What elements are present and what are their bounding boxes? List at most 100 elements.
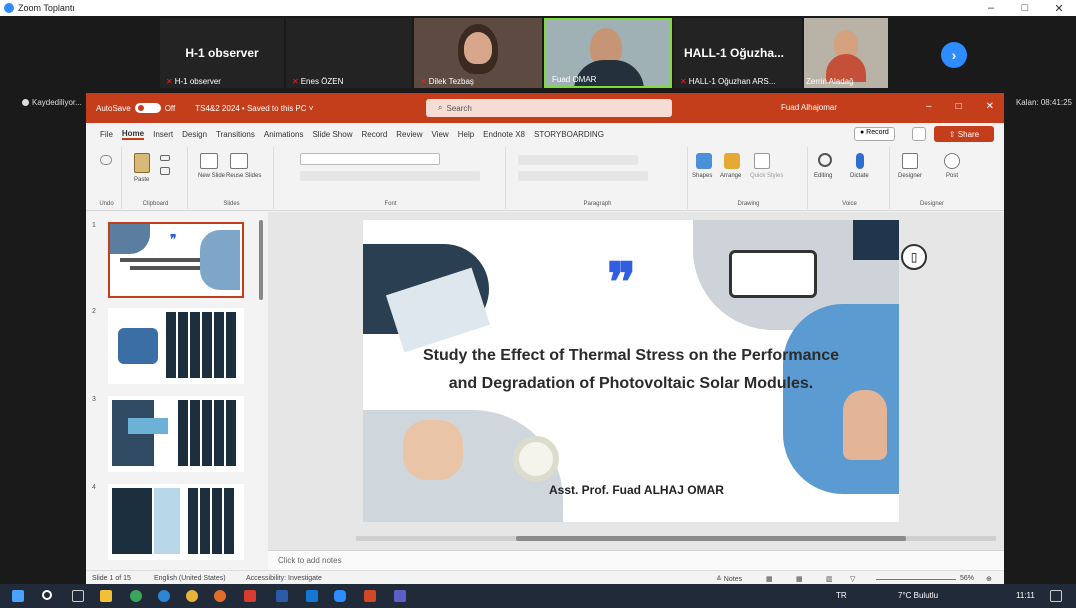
scrollbar-thumb[interactable] — [516, 536, 906, 541]
maximize-button[interactable]: □ — [956, 101, 962, 112]
minimize-button[interactable]: – — [974, 0, 1008, 16]
outlook-icon[interactable] — [306, 590, 318, 602]
quote-icon: ❞ — [607, 250, 637, 314]
copy-icon[interactable] — [160, 167, 170, 175]
ribbon-group-label: Clipboard — [142, 201, 169, 207]
notification-icon[interactable] — [1050, 590, 1062, 602]
undo-icon[interactable] — [100, 155, 112, 165]
solar-panel-image — [853, 220, 899, 260]
zoom-icon[interactable] — [334, 590, 346, 602]
horizontal-scrollbar[interactable] — [356, 536, 996, 541]
autosave-state: Off — [164, 103, 176, 113]
thumbnail-scrollbar[interactable] — [259, 220, 263, 300]
minimize-button[interactable]: – — [926, 101, 932, 112]
zoom-level[interactable]: 56% — [960, 575, 974, 582]
clock[interactable]: 11:11 — [1016, 591, 1035, 600]
recording-indicator[interactable]: Kaydediliyor... — [22, 98, 82, 107]
file-explorer-icon[interactable] — [100, 590, 112, 602]
new-slide-icon[interactable] — [200, 153, 218, 169]
edge-icon[interactable] — [158, 590, 170, 602]
shapes-icon[interactable] — [696, 153, 712, 169]
search-input[interactable]: ⌕ Search — [426, 99, 672, 117]
tab-animations[interactable]: Animations — [264, 130, 304, 139]
reuse-slides-icon[interactable] — [230, 153, 248, 169]
acrobat-icon[interactable] — [244, 590, 256, 602]
slide-author[interactable]: Asst. Prof. Fuad ALHAJ OMAR — [549, 483, 724, 497]
participant-face — [464, 32, 492, 64]
clipboard-icon[interactable]: ▯ — [901, 244, 927, 270]
normal-view-icon[interactable]: ▦ — [766, 575, 773, 583]
tab-file[interactable]: File — [100, 130, 113, 139]
tab-help[interactable]: Help — [458, 130, 474, 139]
user-name[interactable]: Fuad Alhajomar — [781, 103, 837, 112]
zoom-slider[interactable] — [876, 579, 956, 580]
slide-thumbnail[interactable] — [108, 396, 244, 472]
chrome-icon[interactable] — [130, 590, 142, 602]
close-button[interactable]: ✕ — [986, 101, 994, 112]
participant-video-tile[interactable]: ✕ Dilek Tezbaş — [414, 18, 542, 88]
microphone-icon[interactable] — [856, 153, 864, 169]
participant-tile[interactable]: HALL-1 Oğuzha... ✕ HALL-1 Oğuzhan ARS... — [674, 18, 802, 88]
tab-design[interactable]: Design — [182, 130, 207, 139]
share-button[interactable]: ⇧ Share — [934, 126, 994, 142]
next-page-button[interactable]: › — [941, 42, 967, 68]
reading-view-icon[interactable]: ▥ — [826, 575, 833, 583]
tab-endnote[interactable]: Endnote X8 — [483, 130, 525, 139]
tab-view[interactable]: View — [432, 130, 449, 139]
slide-thumbnail[interactable] — [108, 484, 244, 560]
language-status[interactable]: English (United States) — [154, 575, 226, 582]
quick-styles-icon[interactable] — [754, 153, 770, 169]
slide-thumbnail[interactable]: ❞ — [108, 222, 244, 298]
font-format-buttons[interactable] — [300, 171, 480, 181]
designer-group: Designer Post Designer — [892, 147, 972, 209]
teams-icon[interactable] — [394, 590, 406, 602]
designer-icon[interactable] — [902, 153, 918, 169]
comments-button[interactable] — [912, 127, 926, 141]
mic-muted-icon: ✕ — [680, 77, 687, 86]
notes-pane[interactable]: Click to add notes — [268, 550, 1004, 570]
paste-icon[interactable] — [134, 153, 150, 173]
current-slide[interactable]: ❞ Study the Effect of Thermal Stress on … — [363, 220, 899, 522]
align-buttons[interactable] — [518, 171, 648, 181]
fit-slide-icon[interactable]: ⊕ — [986, 575, 992, 583]
maximize-button[interactable]: □ — [1008, 0, 1042, 16]
editing-search-icon[interactable] — [818, 153, 832, 167]
autosave-toggle[interactable]: AutoSave Off — [96, 103, 175, 113]
slideshow-icon[interactable]: ▽ — [850, 575, 855, 583]
participant-video-tile[interactable]: Zerrin Aladağ — [804, 18, 888, 88]
toggle-switch[interactable] — [134, 103, 161, 113]
tab-review[interactable]: Review — [396, 130, 422, 139]
tab-insert[interactable]: Insert — [153, 130, 173, 139]
language-indicator[interactable]: TR — [836, 591, 847, 600]
slide-title[interactable]: Study the Effect of Thermal Stress on th… — [363, 342, 899, 398]
cut-icon[interactable] — [160, 155, 170, 161]
windows-start-icon[interactable] — [12, 590, 24, 602]
powerpoint-icon[interactable] — [364, 590, 376, 602]
slide-sorter-icon[interactable]: ▦ — [796, 575, 803, 583]
font-family-select[interactable] — [300, 153, 440, 165]
firefox-icon[interactable] — [214, 590, 226, 602]
tab-record[interactable]: Record — [361, 130, 387, 139]
participant-video-tile-active[interactable]: Fuad OMAR — [544, 18, 672, 88]
search-icon[interactable] — [42, 590, 52, 600]
chrome-icon[interactable] — [186, 590, 198, 602]
slide-thumbnail[interactable] — [108, 308, 244, 384]
weather-widget[interactable]: 7°C Bulutlu — [898, 591, 938, 600]
list-buttons[interactable] — [518, 155, 638, 165]
notes-button[interactable]: ≙ Notes — [716, 575, 742, 583]
task-view-icon[interactable] — [72, 590, 84, 602]
tab-storyboarding[interactable]: STORYBOARDING — [534, 130, 604, 139]
post-icon[interactable] — [944, 153, 960, 169]
tab-transitions[interactable]: Transitions — [216, 130, 255, 139]
document-name[interactable]: TS4&2 2024 • Saved to this PC ˅ — [195, 104, 313, 113]
arrange-icon[interactable] — [724, 153, 740, 169]
word-icon[interactable] — [276, 590, 288, 602]
recording-label: Kaydediliyor... — [32, 98, 82, 107]
participant-tile[interactable]: H-1 observer ✕ H-1 observer — [160, 18, 284, 88]
close-button[interactable]: ✕ — [1042, 0, 1076, 16]
tab-home[interactable]: Home — [121, 129, 145, 140]
accessibility-status[interactable]: Accessibility: Investigate — [246, 575, 322, 582]
participant-tile[interactable]: ✕ Enes ÖZEN — [286, 18, 412, 88]
record-button[interactable]: ● Record — [854, 127, 895, 141]
tab-slide-show[interactable]: Slide Show — [312, 130, 352, 139]
